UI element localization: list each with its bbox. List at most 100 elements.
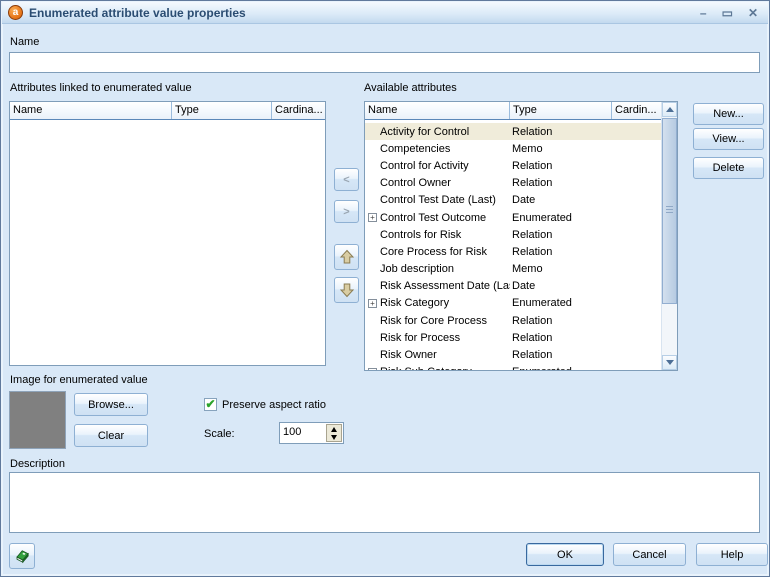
book-icon — [15, 549, 29, 563]
cancel-button[interactable]: Cancel — [613, 543, 686, 566]
description-label: Description — [10, 458, 66, 470]
spin-down-button[interactable] — [327, 433, 341, 441]
list-item[interactable]: +Risk Sub CategoryEnumerated — [365, 364, 661, 370]
attribute-type: Relation — [512, 245, 553, 258]
clear-button[interactable]: Clear — [74, 424, 148, 447]
image-section-label: Image for enumerated value — [10, 374, 148, 386]
attribute-type: Relation — [512, 177, 553, 190]
vertical-scrollbar[interactable] — [661, 102, 677, 370]
ok-button[interactable]: OK — [526, 543, 604, 566]
scale-spinner[interactable]: 100 — [279, 422, 344, 444]
minimize-icon[interactable]: – — [700, 7, 707, 19]
scroll-up-button[interactable] — [662, 102, 677, 117]
attribute-type: Memo — [512, 263, 543, 276]
column-header-cardinality[interactable]: Cardin... — [612, 102, 661, 119]
expander-cell: + — [365, 367, 380, 370]
list-item[interactable]: Job description Memo — [365, 261, 661, 278]
attribute-name: Risk Category — [380, 297, 450, 310]
view-button[interactable]: View... — [693, 128, 764, 150]
cancel-button-label: Cancel — [632, 548, 667, 561]
description-input[interactable] — [9, 472, 760, 533]
ok-button-label: OK — [557, 548, 573, 561]
attribute-name: Risk Assessment Date (Last) — [380, 280, 510, 293]
list-item[interactable]: + Control Test Outcome Enumerated — [365, 209, 661, 226]
move-right-button[interactable]: > — [334, 200, 359, 223]
available-attributes-table[interactable]: Name Type Cardin... Activity for Control… — [364, 101, 678, 371]
list-item[interactable]: Control for Activity Relation — [365, 157, 661, 174]
column-header-type[interactable]: Type — [172, 102, 272, 119]
list-item[interactable]: Core Process for Risk Relation — [365, 243, 661, 260]
list-item[interactable]: Risk Assessment Date (Last) Date — [365, 278, 661, 295]
preserve-aspect-ratio-label: Preserve aspect ratio — [222, 399, 326, 411]
attribute-type: Date — [512, 194, 536, 207]
attribute-name: Core Process for Risk — [380, 245, 487, 258]
attribute-type: Relation — [512, 349, 553, 362]
attribute-name: Control Test Date (Last) — [380, 194, 496, 207]
linked-attributes-label: Attributes linked to enumerated value — [10, 82, 192, 94]
available-attributes-header: Name Type Cardin... — [365, 102, 661, 120]
attribute-name: Competencies — [380, 142, 451, 155]
scroll-down-button[interactable] — [662, 355, 677, 370]
close-icon[interactable]: ✕ — [748, 7, 758, 19]
move-down-button[interactable] — [334, 277, 359, 303]
scale-label: Scale: — [204, 428, 235, 440]
delete-button[interactable]: Delete — [693, 157, 764, 179]
maximize-icon[interactable]: ▭ — [722, 7, 733, 19]
linked-attributes-header: Name Type Cardina... — [10, 102, 325, 120]
help-button[interactable]: Help — [696, 543, 768, 566]
attribute-type: Relation — [512, 125, 553, 138]
move-down-icon — [339, 283, 354, 298]
move-up-icon — [339, 249, 354, 264]
app-logo-icon: a — [8, 5, 23, 20]
list-item[interactable]: Competencies Memo — [365, 140, 661, 157]
scroll-up-icon — [665, 107, 674, 112]
new-button-label: New... — [713, 108, 744, 120]
list-item[interactable]: Risk for Process Relation — [365, 329, 661, 346]
column-header-cardinality[interactable]: Cardina... — [272, 102, 325, 119]
list-item[interactable]: Activity for Control Relation — [365, 123, 661, 141]
spin-up-button[interactable] — [327, 425, 341, 433]
linked-attributes-table[interactable]: Name Type Cardina... — [9, 101, 326, 366]
list-item[interactable]: + Risk Category Enumerated — [365, 295, 661, 312]
browse-button[interactable]: Browse... — [74, 393, 148, 416]
window-title: Enumerated attribute value properties — [29, 5, 246, 20]
column-header-name[interactable]: Name — [365, 102, 510, 119]
available-attributes-list[interactable]: Activity for Control Relation Competencies… — [365, 120, 661, 370]
preserve-aspect-ratio-checkbox[interactable]: ✔ — [204, 398, 217, 411]
column-header-type[interactable]: Type — [510, 102, 612, 119]
linked-attributes-list[interactable] — [10, 120, 325, 365]
list-item[interactable]: Control Test Date (Last) Date — [365, 192, 661, 209]
move-up-button[interactable] — [334, 244, 359, 270]
help-book-button[interactable] — [9, 543, 35, 569]
scroll-down-icon — [665, 360, 674, 365]
attribute-name: Control Test Outcome — [380, 211, 487, 224]
checkmark-icon: ✔ — [205, 396, 216, 411]
name-input[interactable] — [9, 52, 760, 73]
list-item[interactable]: Risk Owner Relation — [365, 346, 661, 363]
list-item[interactable]: Control Owner Relation — [365, 175, 661, 192]
dialog-window: a Enumerated attribute value properties … — [0, 0, 770, 577]
list-item[interactable]: Controls for Risk Relation — [365, 226, 661, 243]
scale-value[interactable]: 100 — [283, 426, 301, 438]
attribute-name: Risk for Core Process — [380, 314, 487, 327]
attribute-type: Relation — [512, 331, 553, 344]
expand-plus-icon[interactable]: + — [368, 298, 377, 308]
attribute-name: Control for Activity — [380, 159, 469, 172]
new-button[interactable]: New... — [693, 103, 764, 125]
expand-plus-icon[interactable]: + — [368, 213, 377, 223]
spin-buttons — [326, 424, 342, 442]
column-header-name[interactable]: Name — [10, 102, 172, 119]
image-preview — [9, 391, 66, 449]
scrollbar-thumb[interactable] — [662, 118, 677, 304]
attribute-name: Activity for Control — [380, 125, 470, 138]
attribute-type: Enumerated — [512, 211, 572, 224]
spin-down-icon — [331, 434, 337, 440]
list-item[interactable]: Risk for Core Process Relation — [365, 312, 661, 329]
expander-cell: + — [365, 213, 380, 223]
move-left-button[interactable]: < — [334, 168, 359, 191]
attribute-name: Risk Owner — [380, 349, 437, 362]
titlebar[interactable]: a Enumerated attribute value properties … — [2, 2, 768, 24]
expand-plus-icon[interactable]: + — [368, 367, 377, 370]
available-attributes-label: Available attributes — [364, 82, 457, 94]
delete-button-label: Delete — [712, 162, 745, 174]
